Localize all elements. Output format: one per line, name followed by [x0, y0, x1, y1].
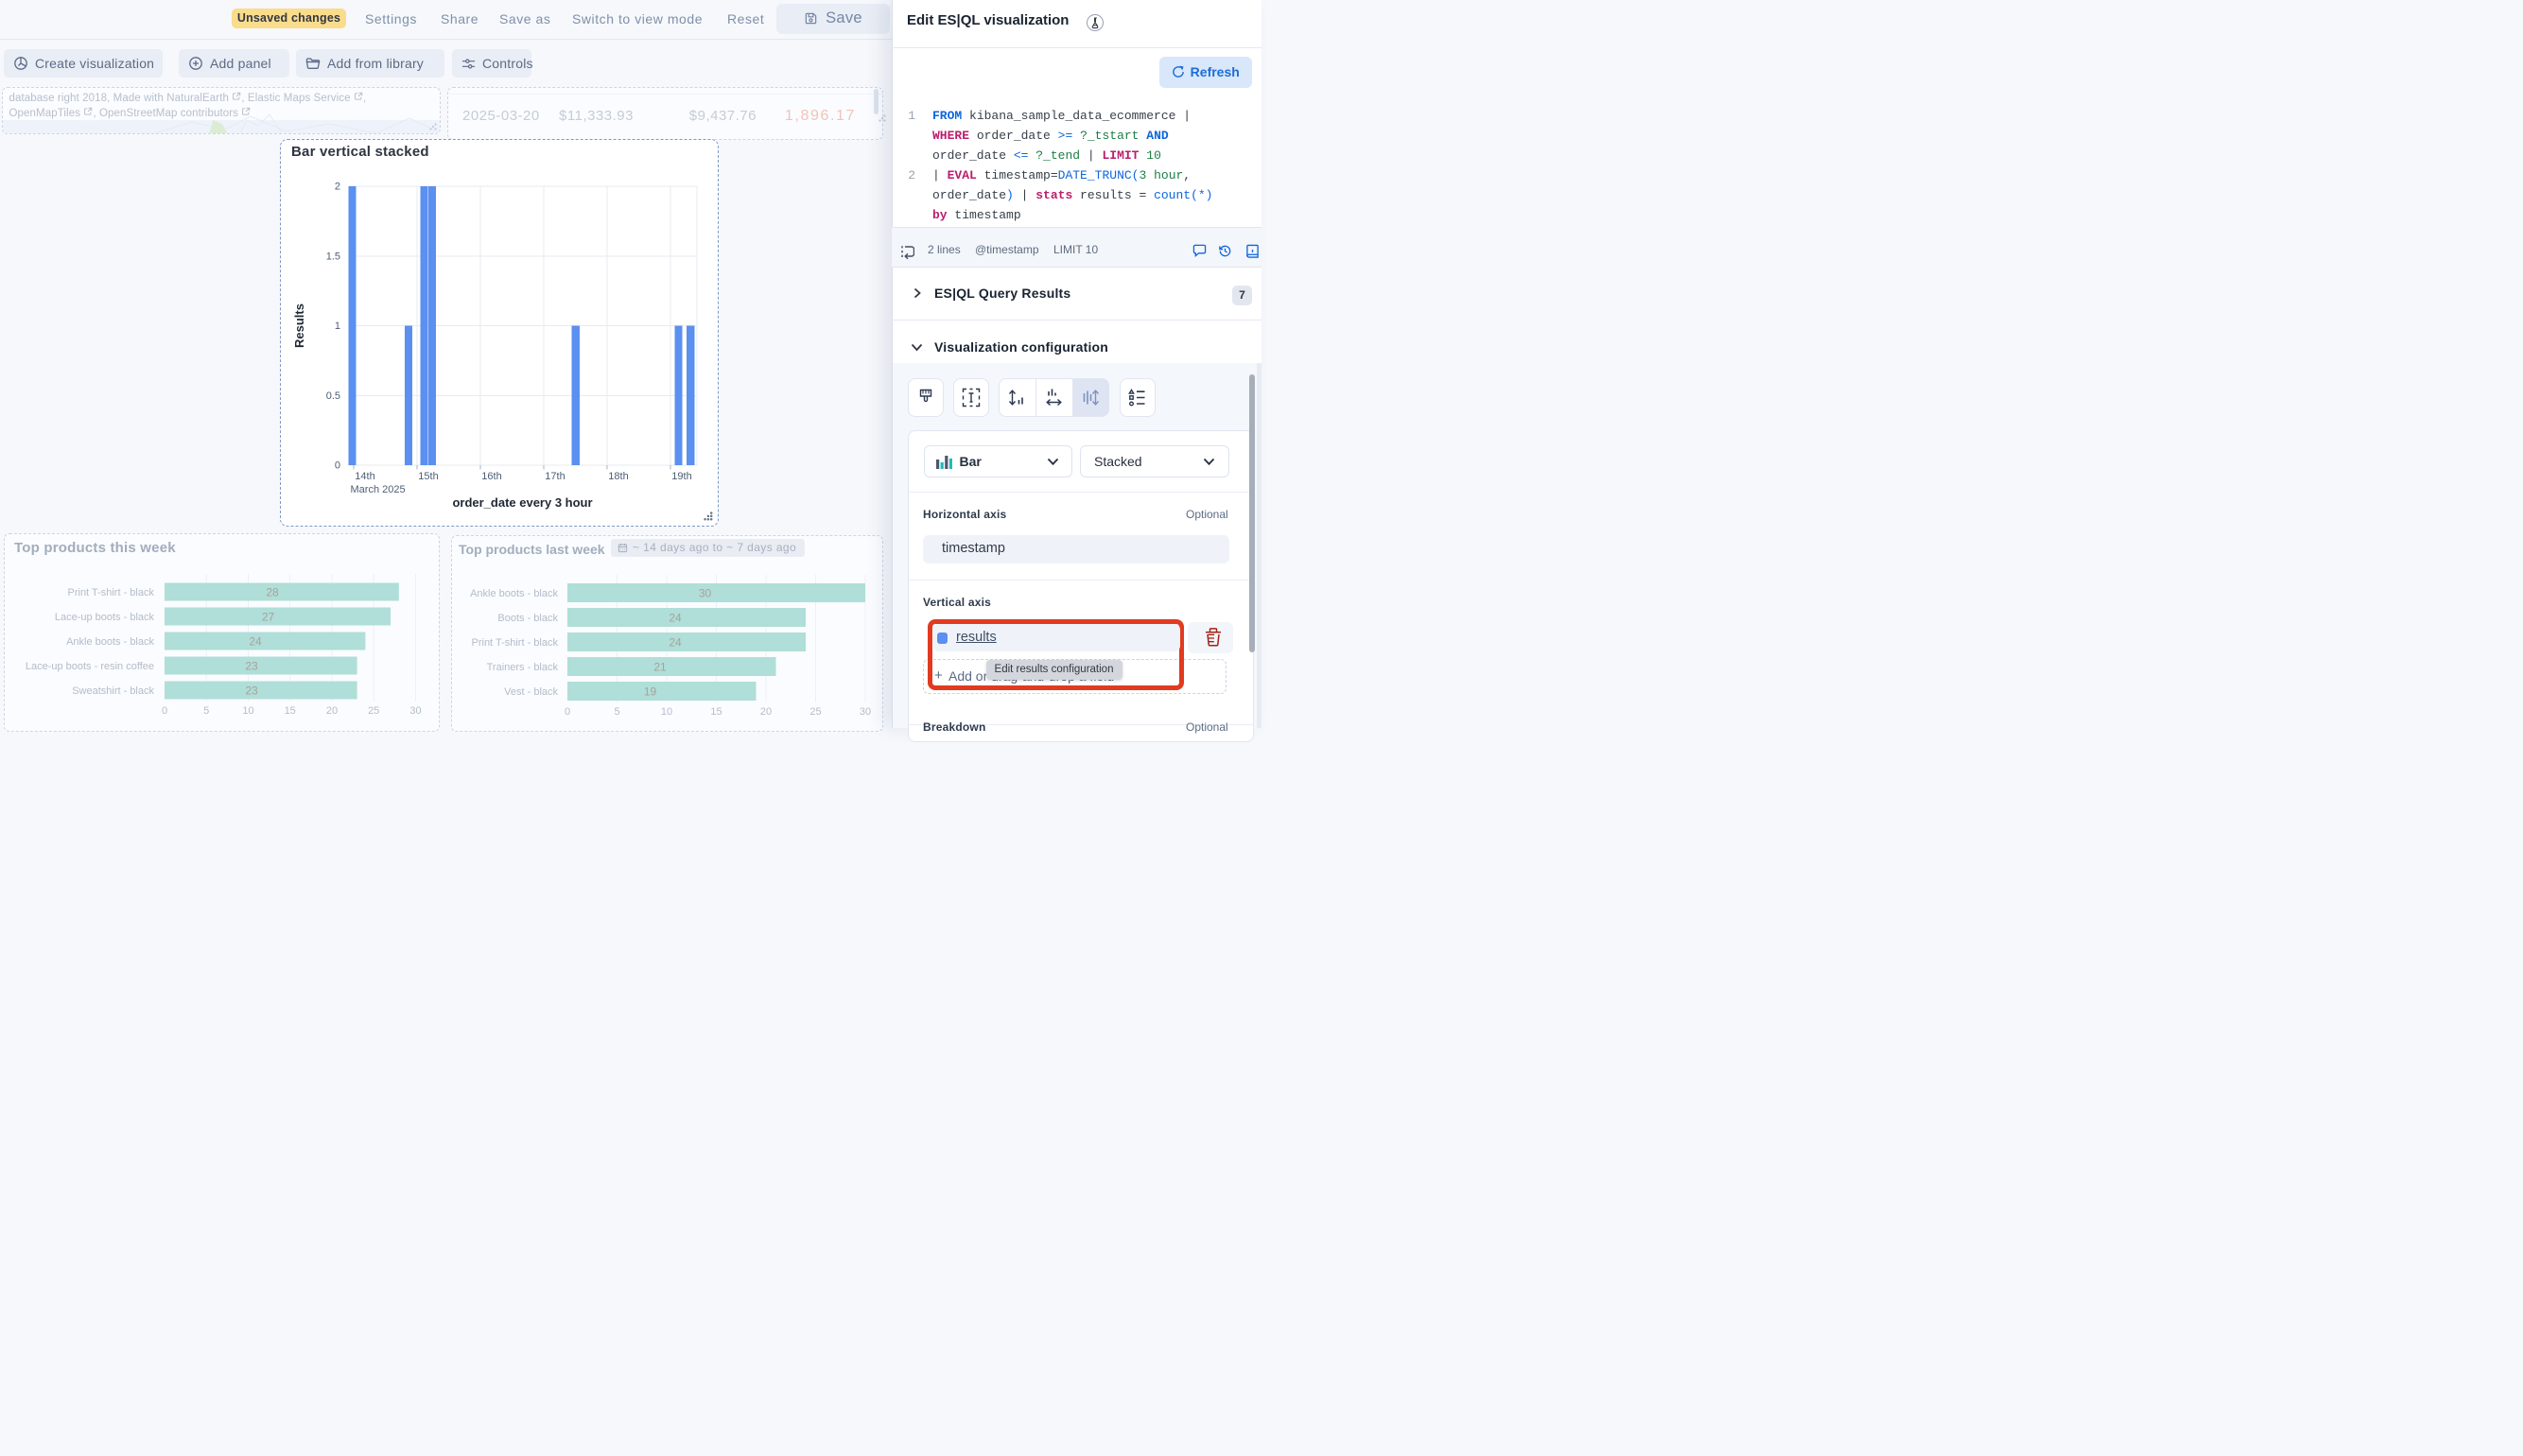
- svg-text:Lace-up boots - black: Lace-up boots - black: [55, 612, 155, 623]
- svg-text:23: 23: [245, 685, 258, 698]
- svg-text:order_date every 3 hour: order_date every 3 hour: [452, 495, 592, 510]
- svg-text:Trainers - black: Trainers - black: [487, 662, 559, 673]
- svg-text:Ankle boots - black: Ankle boots - black: [470, 588, 558, 599]
- svg-text:1.5: 1.5: [326, 251, 340, 263]
- svg-text:March 2025: March 2025: [351, 484, 406, 495]
- svg-text:15: 15: [285, 705, 296, 717]
- svg-text:23: 23: [245, 660, 258, 673]
- svg-text:Sweatshirt - black: Sweatshirt - black: [72, 685, 154, 697]
- svg-text:20: 20: [326, 705, 338, 717]
- svg-text:15: 15: [710, 706, 722, 718]
- svg-text:24: 24: [249, 635, 262, 649]
- svg-text:0: 0: [162, 705, 167, 717]
- svg-text:25: 25: [809, 706, 821, 718]
- svg-text:17th: 17th: [545, 471, 565, 482]
- svg-text:10: 10: [661, 706, 672, 718]
- svg-text:5: 5: [203, 705, 209, 717]
- svg-text:18th: 18th: [608, 471, 628, 482]
- svg-text:19th: 19th: [671, 471, 691, 482]
- svg-text:Vest - black: Vest - black: [504, 686, 558, 698]
- svg-text:27: 27: [262, 611, 275, 624]
- svg-text:Ankle boots - black: Ankle boots - black: [66, 636, 154, 648]
- svg-text:15th: 15th: [418, 471, 438, 482]
- svg-text:2: 2: [335, 182, 340, 193]
- svg-text:Results: Results: [292, 303, 306, 348]
- svg-text:0: 0: [565, 706, 570, 718]
- svg-text:0: 0: [335, 460, 340, 472]
- svg-text:25: 25: [368, 705, 379, 717]
- svg-text:Print T-shirt - black: Print T-shirt - black: [472, 637, 559, 649]
- svg-text:21: 21: [653, 661, 667, 674]
- svg-text:0.5: 0.5: [326, 390, 340, 402]
- svg-text:28: 28: [266, 586, 279, 599]
- svg-text:14th: 14th: [355, 471, 374, 482]
- svg-text:30: 30: [699, 587, 712, 600]
- svg-text:5: 5: [614, 706, 619, 718]
- svg-text:16th: 16th: [481, 471, 501, 482]
- svg-text:Print T-shirt - black: Print T-shirt - black: [68, 587, 155, 598]
- svg-text:1: 1: [335, 321, 340, 332]
- svg-text:24: 24: [669, 636, 682, 650]
- svg-text:19: 19: [644, 685, 657, 699]
- svg-text:30: 30: [860, 706, 871, 718]
- svg-text:10: 10: [242, 705, 253, 717]
- svg-text:Boots - black: Boots - black: [497, 613, 558, 624]
- svg-text:24: 24: [669, 612, 682, 625]
- svg-text:Lace-up boots - resin coffee: Lace-up boots - resin coffee: [26, 661, 154, 672]
- svg-text:30: 30: [409, 705, 421, 717]
- svg-text:20: 20: [760, 706, 772, 718]
